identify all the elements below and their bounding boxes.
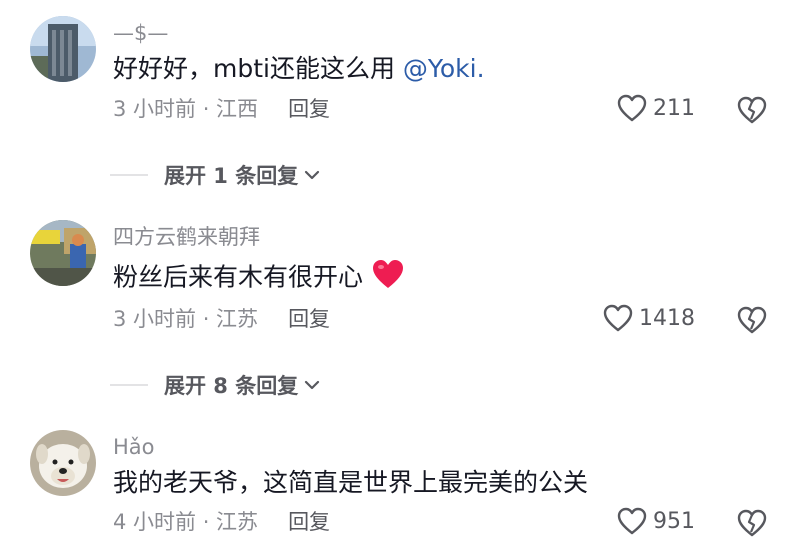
chevron-down-icon: [305, 170, 320, 180]
dislike-button[interactable]: [736, 95, 768, 129]
comment-author[interactable]: Hǎo: [113, 434, 155, 460]
avatar[interactable]: [30, 16, 96, 82]
divider-line: [110, 174, 148, 176]
heart-outline-icon: [617, 507, 647, 535]
comment-text: 我的老天爷，这简直是世界上最完美的公关: [113, 466, 588, 500]
comment-text: 粉丝后来有木有很开心: [113, 258, 405, 299]
expand-replies-label: 展开 1 条回复: [164, 164, 299, 188]
broken-heart-icon: [737, 306, 767, 334]
expand-replies-button[interactable]: 展开 8 条回复: [110, 370, 322, 400]
reply-button[interactable]: 回复: [288, 510, 330, 534]
dislike-button[interactable]: [736, 305, 768, 339]
comment-body: 我的老天爷，这简直是世界上最完美的公关: [113, 468, 589, 497]
broken-heart-icon: [737, 509, 767, 537]
comment-time-location: 3 小时前 · 江西: [113, 97, 259, 121]
like-count: 211: [653, 95, 695, 121]
red-heart-emoji: [371, 258, 405, 299]
comment-author[interactable]: —$—: [113, 20, 168, 46]
comment-time-location: 4 小时前 · 江苏: [113, 510, 259, 534]
comment-author[interactable]: 四方云鹤来朝拜: [113, 224, 260, 250]
comment-text: 好好好，mbti还能这么用 @Yoki.: [113, 52, 485, 86]
like-button[interactable]: 211: [617, 94, 695, 122]
comment-meta: 3 小时前 · 江西 回复: [113, 95, 330, 123]
like-count: 951: [653, 508, 695, 534]
dislike-button[interactable]: [736, 508, 768, 542]
heart-outline-icon: [603, 304, 633, 332]
like-count: 1418: [639, 305, 695, 331]
broken-heart-icon: [737, 96, 767, 124]
comment-body: 粉丝后来有木有很开心: [113, 262, 364, 292]
like-button[interactable]: 951: [617, 507, 695, 535]
divider-line: [110, 384, 148, 386]
reply-button[interactable]: 回复: [288, 307, 330, 331]
expand-replies-label: 展开 8 条回复: [164, 374, 299, 398]
chevron-down-icon: [305, 380, 320, 390]
heart-outline-icon: [617, 94, 647, 122]
mention-link[interactable]: @Yoki.: [403, 54, 485, 83]
comment-time-location: 3 小时前 · 江苏: [113, 307, 259, 331]
comment-meta: 3 小时前 · 江苏 回复: [113, 305, 330, 333]
like-button[interactable]: 1418: [603, 304, 695, 332]
comment-body: 好好好，mbti还能这么用: [113, 54, 403, 83]
avatar[interactable]: [30, 430, 96, 496]
comment-meta: 4 小时前 · 江苏 回复: [113, 508, 330, 536]
reply-button[interactable]: 回复: [288, 97, 330, 121]
expand-replies-button[interactable]: 展开 1 条回复: [110, 160, 322, 190]
avatar[interactable]: [30, 220, 96, 286]
